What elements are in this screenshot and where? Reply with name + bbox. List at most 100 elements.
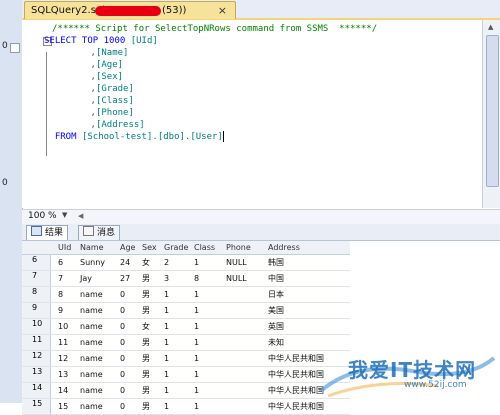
row-number[interactable]: 10 (22, 319, 51, 334)
table-cell[interactable]: 中华人民共和国 (268, 383, 324, 398)
table-cell[interactable]: 1 (194, 255, 199, 270)
table-cell[interactable]: 1 (164, 287, 169, 302)
scroll-up-icon[interactable]: ▲ (488, 23, 493, 31)
table-cell[interactable]: 1 (194, 399, 199, 414)
table-cell[interactable]: 男 (142, 367, 150, 382)
table-cell[interactable]: NULL (226, 271, 247, 286)
table-cell[interactable]: 2 (164, 255, 169, 270)
table-cell[interactable]: 13 (58, 367, 68, 382)
column-header[interactable]: UId (58, 241, 71, 254)
table-cell[interactable]: name (80, 367, 103, 382)
column-header[interactable]: Address (268, 241, 300, 254)
table-cell[interactable]: 男 (142, 351, 150, 366)
table-cell[interactable]: 1 (194, 319, 199, 334)
table-cell[interactable]: 男 (142, 335, 150, 350)
column-header[interactable]: Name (80, 241, 104, 254)
row-number[interactable]: 15 (22, 399, 51, 414)
table-cell[interactable]: 日本 (268, 287, 284, 302)
tab-results[interactable]: 结果 (26, 225, 69, 240)
table-cell[interactable]: name (80, 287, 103, 302)
table-cell[interactable]: 1 (194, 335, 199, 350)
table-row[interactable]: 15 15 name 0 男 1 1 中华人民共和国 (22, 399, 350, 415)
table-row[interactable]: 9 9 name 0 男 1 1 美国 (22, 303, 350, 319)
table-cell[interactable]: name (80, 399, 103, 414)
row-number[interactable]: 6 (22, 255, 51, 270)
table-cell[interactable]: 男 (142, 383, 150, 398)
table-cell[interactable]: name (80, 319, 103, 334)
table-row[interactable]: 6 6 Sunny 24 女 2 1 NULL 韩国 (22, 255, 350, 271)
table-cell[interactable]: 11 (58, 335, 68, 350)
table-cell[interactable]: name (80, 383, 103, 398)
table-cell[interactable]: 0 (120, 367, 125, 382)
table-cell[interactable]: 中华人民共和国 (268, 367, 324, 382)
table-cell[interactable]: Jay (80, 271, 92, 286)
editor-vertical-scrollbar[interactable]: ▲ (482, 20, 500, 208)
pin-icon[interactable] (10, 43, 20, 53)
tab-messages[interactable]: 消息 (78, 225, 121, 240)
table-row[interactable]: 10 10 name 0 女 1 1 英国 (22, 319, 350, 335)
zoom-level[interactable]: 100 % (28, 211, 57, 221)
table-cell[interactable]: 1 (164, 303, 169, 318)
chevron-down-icon[interactable]: ▼ (62, 211, 67, 219)
table-cell[interactable]: name (80, 351, 103, 366)
row-number[interactable]: 13 (22, 367, 51, 382)
query-editor[interactable]: − /****** Script for SelectTopNRows comm… (22, 20, 482, 208)
table-cell[interactable]: name (80, 303, 103, 318)
row-number[interactable]: 7 (22, 271, 51, 286)
tab-sqlquery2[interactable]: SQLQuery2.sql - (53)) × (24, 1, 236, 19)
table-cell[interactable]: 14 (58, 383, 68, 398)
table-cell[interactable]: 0 (120, 319, 125, 334)
scroll-left-icon[interactable]: ◀ (78, 212, 83, 220)
table-row[interactable]: 12 12 name 0 男 1 1 中华人民共和国 (22, 351, 350, 367)
column-header[interactable]: Class (194, 241, 215, 254)
table-cell[interactable]: 0 (120, 383, 125, 398)
table-cell[interactable]: 1 (194, 287, 199, 302)
table-cell[interactable]: Sunny (80, 255, 105, 270)
table-cell[interactable]: 1 (194, 367, 199, 382)
row-number[interactable]: 8 (22, 287, 51, 302)
table-cell[interactable]: 1 (194, 383, 199, 398)
table-row[interactable]: 7 7 Jay 27 男 3 8 NULL 中国 (22, 271, 350, 287)
table-cell[interactable]: 1 (164, 399, 169, 414)
table-row[interactable]: 11 11 name 0 男 1 1 未知 (22, 335, 350, 351)
column-header[interactable]: Grade (164, 241, 188, 254)
table-cell[interactable]: 0 (120, 351, 125, 366)
table-cell[interactable]: 8 (58, 287, 63, 302)
table-cell[interactable]: 0 (120, 335, 125, 350)
table-cell[interactable]: 6 (58, 255, 63, 270)
table-cell[interactable]: 男 (142, 271, 150, 286)
table-cell[interactable]: 15 (58, 399, 68, 414)
table-cell[interactable]: 1 (164, 351, 169, 366)
row-number[interactable]: 12 (22, 351, 51, 366)
column-header[interactable]: Phone (226, 241, 251, 254)
table-cell[interactable]: 英国 (268, 319, 284, 334)
table-cell[interactable]: 美国 (268, 303, 284, 318)
table-cell[interactable]: 韩国 (268, 255, 284, 270)
table-cell[interactable]: 0 (120, 287, 125, 302)
table-cell[interactable]: 1 (164, 383, 169, 398)
row-number[interactable]: 11 (22, 335, 51, 350)
table-cell[interactable]: 0 (120, 399, 125, 414)
table-cell[interactable]: 12 (58, 351, 68, 366)
table-row[interactable]: 8 8 name 0 男 1 1 日本 (22, 287, 350, 303)
scroll-thumb[interactable] (486, 35, 499, 187)
table-cell[interactable]: 0 (120, 303, 125, 318)
table-cell[interactable]: 8 (194, 271, 199, 286)
table-cell[interactable]: 男 (142, 287, 150, 302)
table-cell[interactable]: 女 (142, 255, 150, 270)
table-cell[interactable]: 1 (194, 351, 199, 366)
table-row[interactable]: 14 14 name 0 男 1 1 中华人民共和国 (22, 383, 350, 399)
table-cell[interactable]: 中国 (268, 271, 284, 286)
column-header[interactable]: Sex (142, 241, 157, 254)
table-cell[interactable]: 1 (164, 319, 169, 334)
table-cell[interactable]: 27 (120, 271, 130, 286)
results-grid[interactable]: UId Name Age Sex Grade Class Phone Address 6 6 Su… (22, 241, 350, 415)
table-cell[interactable]: 男 (142, 399, 150, 414)
table-cell[interactable]: 10 (58, 319, 68, 334)
row-number[interactable]: 9 (22, 303, 51, 318)
table-row[interactable]: 13 13 name 0 男 1 1 中华人民共和国 (22, 367, 350, 383)
table-cell[interactable]: 1 (164, 335, 169, 350)
column-header[interactable]: Age (120, 241, 135, 254)
row-number[interactable]: 14 (22, 383, 51, 398)
table-cell[interactable]: 未知 (268, 335, 284, 350)
